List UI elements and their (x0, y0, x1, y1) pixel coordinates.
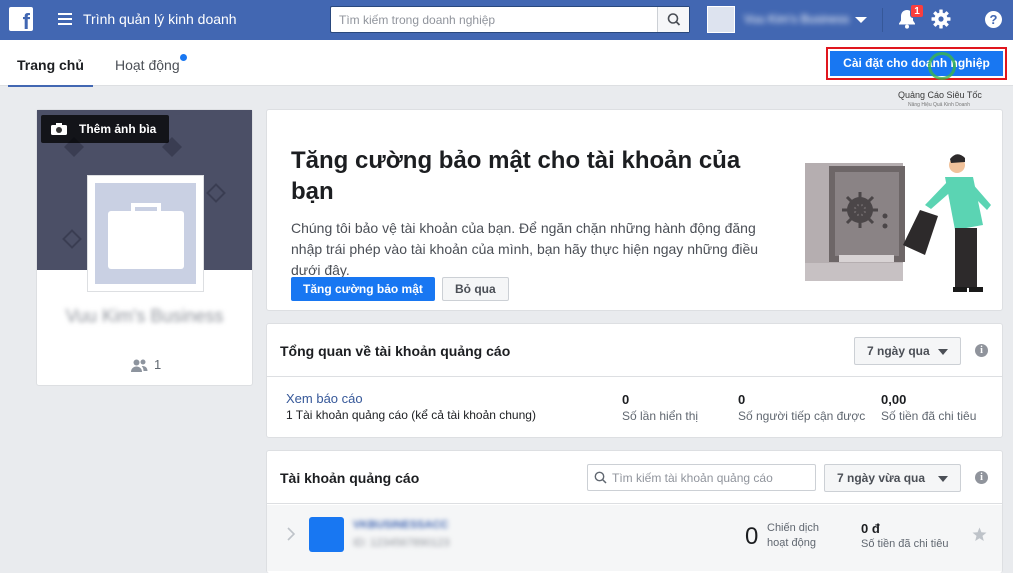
overview-header: Tổng quan về tài khoản quảng cáo 7 ngày … (267, 324, 1002, 377)
cover-pattern (206, 183, 226, 203)
ad-account-name[interactable]: VKBUSINESSACC (353, 519, 448, 531)
star-icon[interactable] (972, 527, 987, 542)
watermark-text: Quảng Cáo Siêu Tốc (898, 90, 982, 100)
member-count-value: 1 (154, 357, 162, 372)
tab-activity[interactable]: Hoạt động (115, 57, 180, 73)
ad-account-search (587, 464, 816, 491)
ad-account-row[interactable]: VKBUSINESSACC ID: 1234567890123 0 Chiến … (267, 505, 1002, 571)
ad-account-icon (309, 517, 344, 552)
briefcase-icon (108, 211, 184, 269)
impressions-value: 0 (622, 392, 630, 407)
reach-label: Số người tiếp cận được (738, 409, 866, 423)
active-campaigns-value: 0 (745, 523, 759, 550)
overview-title: Tổng quan về tài khoản quảng cáo (280, 343, 511, 359)
search-button[interactable] (657, 7, 689, 32)
ad-accounts-card: Tài khoản quảng cáo 7 ngày vừa qua i VKB… (266, 450, 1003, 573)
people-icon (131, 359, 148, 372)
add-cover-photo-label: Thêm ảnh bìa (79, 122, 157, 136)
search-icon (594, 471, 607, 484)
skip-button[interactable]: Bỏ qua (442, 277, 509, 301)
gear-icon[interactable] (930, 8, 952, 30)
security-illustration (805, 154, 991, 292)
notification-badge: 1 (910, 4, 924, 18)
ad-account-search-input[interactable] (612, 466, 812, 489)
accounts-date-range-value: 7 ngày vừa qua (837, 471, 926, 485)
info-icon[interactable]: i (975, 344, 988, 357)
account-spend-value: 0 đ (861, 521, 880, 536)
help-icon[interactable]: ? (985, 11, 1002, 28)
security-description: Chúng tôi bảo vệ tài khoản của bạn. Để n… (291, 220, 759, 278)
overview-date-range-value: 7 ngày qua (867, 344, 930, 358)
business-settings-button[interactable]: Cài đặt cho doanh nghiệp (826, 47, 1007, 80)
cover-pattern (62, 229, 82, 249)
facebook-logo-icon[interactable]: f (9, 7, 33, 33)
search-icon (667, 13, 681, 26)
improve-security-button[interactable]: Tăng cường bảo mật (291, 277, 435, 301)
impressions-label: Số lần hiển thị (622, 409, 699, 423)
ad-account-overview-card: Tổng quan về tài khoản quảng cáo 7 ngày … (266, 323, 1003, 438)
ad-account-id: ID: 1234567890123 (353, 537, 450, 549)
ad-accounts-header: Tài khoản quảng cáo 7 ngày vừa qua i (267, 451, 1002, 504)
active-campaigns-label: Chiến dịch hoạt động (767, 522, 819, 549)
overview-date-range-dropdown[interactable]: 7 ngày qua (854, 337, 961, 365)
business-profile-picture[interactable] (87, 175, 204, 292)
business-search (330, 6, 690, 33)
amount-spent-label: Số tiền đã chi tiêu (881, 409, 977, 423)
account-spend-label: Số tiền đã chi tiêu (861, 538, 949, 550)
security-title: Tăng cường bảo mật cho tài khoản của bạn (291, 147, 741, 205)
chevron-down-icon (855, 17, 867, 23)
caret-down-icon (938, 349, 948, 355)
watermark-subtext: Nâng Hiệu Quả Kinh Doanh (908, 102, 970, 108)
business-account-switcher[interactable]: Vuu Kim's Business (707, 6, 870, 33)
info-icon[interactable]: i (975, 471, 988, 484)
view-report-link[interactable]: Xem báo cáo (286, 391, 363, 406)
amount-spent-value: 0,00 (881, 392, 907, 407)
business-settings-label: Cài đặt cho doanh nghiệp (830, 51, 1003, 76)
tab-home[interactable]: Trang chủ (8, 57, 93, 87)
menu-icon[interactable] (58, 13, 72, 25)
caret-down-icon (938, 476, 948, 482)
business-profile-card: Thêm ảnh bìa Vuu Kim's Business 1 (36, 109, 253, 386)
member-count[interactable]: 1 (131, 357, 161, 372)
business-search-input[interactable] (331, 7, 656, 32)
accounts-date-range-dropdown[interactable]: 7 ngày vừa qua (824, 464, 961, 492)
add-cover-photo-button[interactable]: Thêm ảnh bìa (41, 115, 169, 143)
camera-icon (51, 123, 67, 135)
divider (882, 8, 883, 32)
business-avatar (707, 6, 735, 33)
ad-accounts-title: Tài khoản quảng cáo (280, 470, 420, 486)
security-card: Tăng cường bảo mật cho tài khoản của bạn… (266, 109, 1003, 311)
activity-unread-dot (180, 54, 187, 61)
chevron-right-icon[interactable] (286, 527, 296, 541)
top-bar: f Trình quản lý kinh doanh Vuu Kim's Bus… (0, 0, 1013, 40)
overview-account-count: 1 Tài khoản quảng cáo (kể cả tài khoản c… (286, 408, 536, 422)
business-account-name: Vuu Kim's Business (744, 12, 850, 26)
app-title[interactable]: Trình quản lý kinh doanh (83, 11, 237, 27)
business-name: Vuu Kim's Business (65, 306, 224, 326)
reach-value: 0 (738, 392, 746, 407)
